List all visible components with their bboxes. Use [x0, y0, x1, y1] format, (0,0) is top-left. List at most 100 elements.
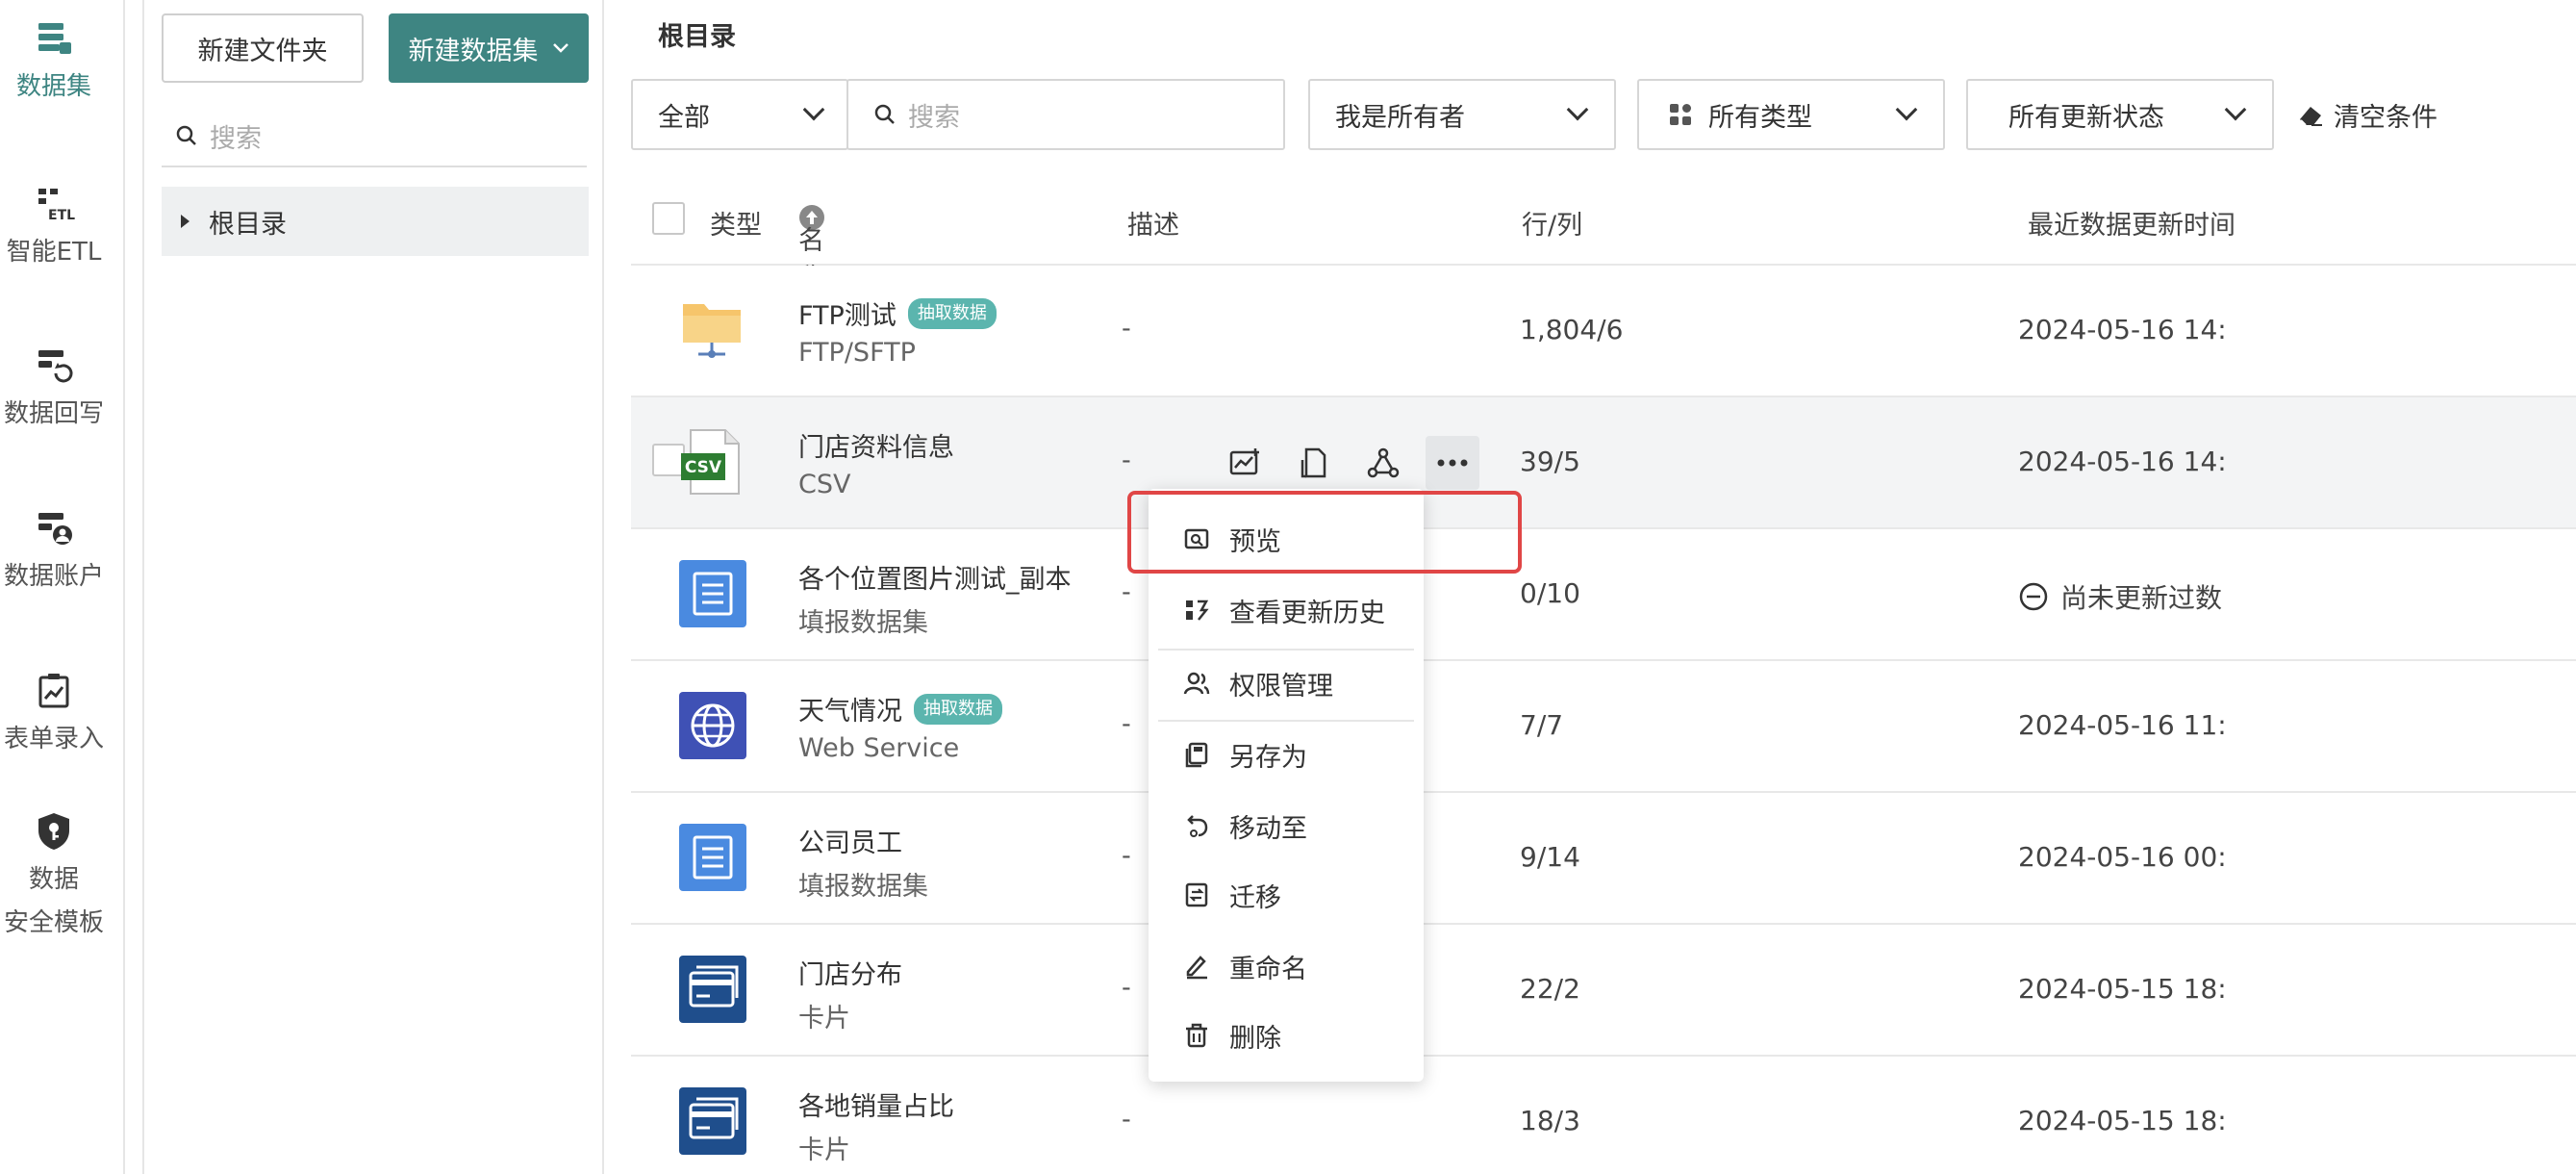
owner-select[interactable]: 我是所有者	[1308, 79, 1616, 150]
create-analysis-button[interactable]	[1218, 436, 1272, 490]
row-desc: -	[1122, 841, 1131, 871]
row-name[interactable]: 各个位置图片测试_副本	[798, 558, 1072, 596]
menu-item-label: 删除	[1229, 1023, 1281, 1054]
lineage-button[interactable]	[1356, 436, 1410, 490]
row-updated: 2024-05-15 18:	[2018, 1105, 2227, 1136]
clear-filters-label: 清空条件	[2334, 103, 2437, 133]
tree-root-label: 根目录	[209, 209, 287, 240]
update-status-select[interactable]: 所有更新状态	[1966, 79, 2274, 150]
extract-data-badge: 抽取数据	[914, 693, 1002, 725]
ftp-folder-icon	[683, 304, 741, 358]
create-report-button[interactable]	[1287, 436, 1341, 490]
migrate-icon	[1185, 882, 1208, 907]
document-icon	[1301, 447, 1326, 478]
csv-icon-label: CSV	[685, 458, 722, 477]
menu-item-label: 重命名	[1229, 954, 1307, 984]
menu-item-delete[interactable]: 删除	[1149, 1007, 1424, 1064]
search-icon	[176, 125, 196, 145]
menu-item-history[interactable]: 查看更新历史	[1149, 581, 1424, 639]
table-header: 类型 名称 描述 行/列 最近数据更新时间	[631, 189, 2576, 294]
tree-item-root[interactable]: 根目录	[162, 187, 589, 256]
row-rowcol: 1,804/6	[1520, 314, 1624, 345]
more-actions-button[interactable]	[1426, 436, 1479, 490]
menu-item-label: 权限管理	[1229, 671, 1333, 702]
row-rowcol: 9/14	[1520, 841, 1580, 873]
row-desc: -	[1122, 577, 1131, 607]
menu-item-permission[interactable]: 权限管理	[1149, 654, 1424, 712]
new-folder-button[interactable]: 新建文件夹	[162, 13, 364, 83]
caret-right-icon[interactable]	[181, 215, 189, 228]
row-name[interactable]: 公司员工	[798, 822, 902, 859]
menu-item-save-as[interactable]: 另存为	[1149, 726, 1424, 783]
menu-item-label: 迁移	[1229, 882, 1281, 913]
chevron-down-icon	[1566, 98, 1589, 121]
table-row[interactable]: 各地销量占比 卡片 - 18/3 2024-05-15 18:	[631, 1057, 2576, 1174]
row-desc: -	[1122, 973, 1131, 1003]
delete-icon	[1186, 1023, 1207, 1048]
nav-item-data-account[interactable]: 数据账户	[0, 507, 108, 599]
search-icon	[874, 104, 895, 124]
col-updated: 最近数据更新时间	[2028, 211, 2235, 241]
col-name[interactable]: 名称	[798, 204, 825, 294]
chevron-down-icon	[2224, 98, 2247, 121]
menu-divider	[1158, 649, 1414, 651]
row-type-label: 卡片	[798, 1004, 850, 1034]
select-all-checkbox[interactable]	[652, 202, 685, 235]
row-name-text: 天气情况	[798, 697, 902, 727]
minus-circle-icon	[2019, 582, 2048, 611]
row-updated-text: 尚未更新过数	[2060, 582, 2223, 614]
table-row[interactable]: CSV 门店资料信息 CSV - 39/5 2024-05-16 14:	[631, 397, 2576, 529]
table-row[interactable]: 各个位置图片测试_副本 填报数据集 - 0/10 尚未更新过数	[631, 529, 2576, 661]
table-row[interactable]: 天气情况 抽取数据 Web Service - 7/7 2024-05-16 1…	[631, 661, 2576, 793]
menu-item-migrate[interactable]: 迁移	[1149, 866, 1424, 924]
row-name-text: FTP测试	[798, 301, 897, 331]
menu-item-move-to[interactable]: 移动至	[1149, 797, 1424, 855]
nav-label-etl: 智能ETL	[6, 238, 102, 267]
row-name[interactable]: 门店资料信息	[798, 426, 954, 464]
row-name[interactable]: 门店分布	[798, 954, 902, 991]
new-dataset-button[interactable]: 新建数据集	[389, 13, 589, 83]
chevron-down-icon	[1895, 98, 1918, 121]
row-type-label: 卡片	[798, 1136, 850, 1165]
permission-icon	[1183, 672, 1210, 695]
eraser-icon	[2300, 106, 2322, 126]
clear-filters-button[interactable]: 清空条件	[2297, 96, 2437, 134]
row-updated: 2024-05-16 14:	[2018, 314, 2227, 345]
history-icon	[1186, 600, 1209, 621]
nav-item-dataset[interactable]: 数据集	[0, 17, 108, 109]
nav-item-etl[interactable]: ETL 智能ETL	[0, 183, 108, 274]
row-rowcol: 7/7	[1520, 709, 1564, 741]
card-icon	[679, 1087, 746, 1155]
row-name-text: 公司员工	[798, 829, 902, 858]
more-actions-menu: 预览 查看更新历史 权限管理 另存为 移动至 迁移 重命名 删除	[1149, 489, 1424, 1082]
nav-item-security-template[interactable]: 数据 安全模板	[0, 810, 108, 945]
dataset-icon	[38, 23, 71, 54]
row-desc: -	[1122, 709, 1131, 739]
main-search-input[interactable]: 搜索	[846, 79, 1285, 150]
type-select[interactable]: 所有类型	[1637, 79, 1945, 150]
row-name[interactable]: 各地销量占比	[798, 1085, 954, 1123]
table-row[interactable]: FTP测试 抽取数据 FTP/SFTP - 1,804/6 2024-05-16…	[631, 266, 2576, 397]
nav-label-dataset: 数据集	[15, 72, 91, 101]
scope-select[interactable]: 全部	[631, 79, 848, 150]
main-content: 根目录 全部 搜索 我是所有者 所有类型 所有更新状态 清空条件 类型 名 描述…	[606, 0, 2576, 1174]
table-row[interactable]: 门店分布 卡片 - 22/2 2024-05-15 18:	[631, 925, 2576, 1057]
row-name[interactable]: 天气情况 抽取数据	[798, 690, 1002, 727]
row-name-text: 门店资料信息	[798, 433, 954, 463]
table-row[interactable]: 公司员工 填报数据集 - 9/14 2024-05-16 00:	[631, 793, 2576, 925]
preview-highlight-box	[1127, 491, 1522, 574]
row-rowcol: 18/3	[1520, 1105, 1580, 1136]
nav-item-form-entry[interactable]: 表单录入	[0, 670, 108, 761]
menu-item-rename[interactable]: 重命名	[1149, 937, 1424, 995]
card-icon	[679, 956, 746, 1023]
chevron-down-icon	[552, 43, 568, 53]
folder-search-input[interactable]: 搜索	[162, 106, 587, 167]
form-dataset-icon	[679, 824, 746, 891]
row-updated: 2024-05-16 11:	[2018, 709, 2227, 741]
nav-item-writeback[interactable]: 数据回写	[0, 345, 108, 436]
row-name[interactable]: FTP测试 抽取数据	[798, 294, 997, 332]
row-type-label: Web Service	[798, 733, 960, 763]
move-to-icon	[1187, 815, 1208, 837]
rename-icon	[1186, 956, 1207, 980]
row-name-text: 各地销量占比	[798, 1092, 954, 1122]
